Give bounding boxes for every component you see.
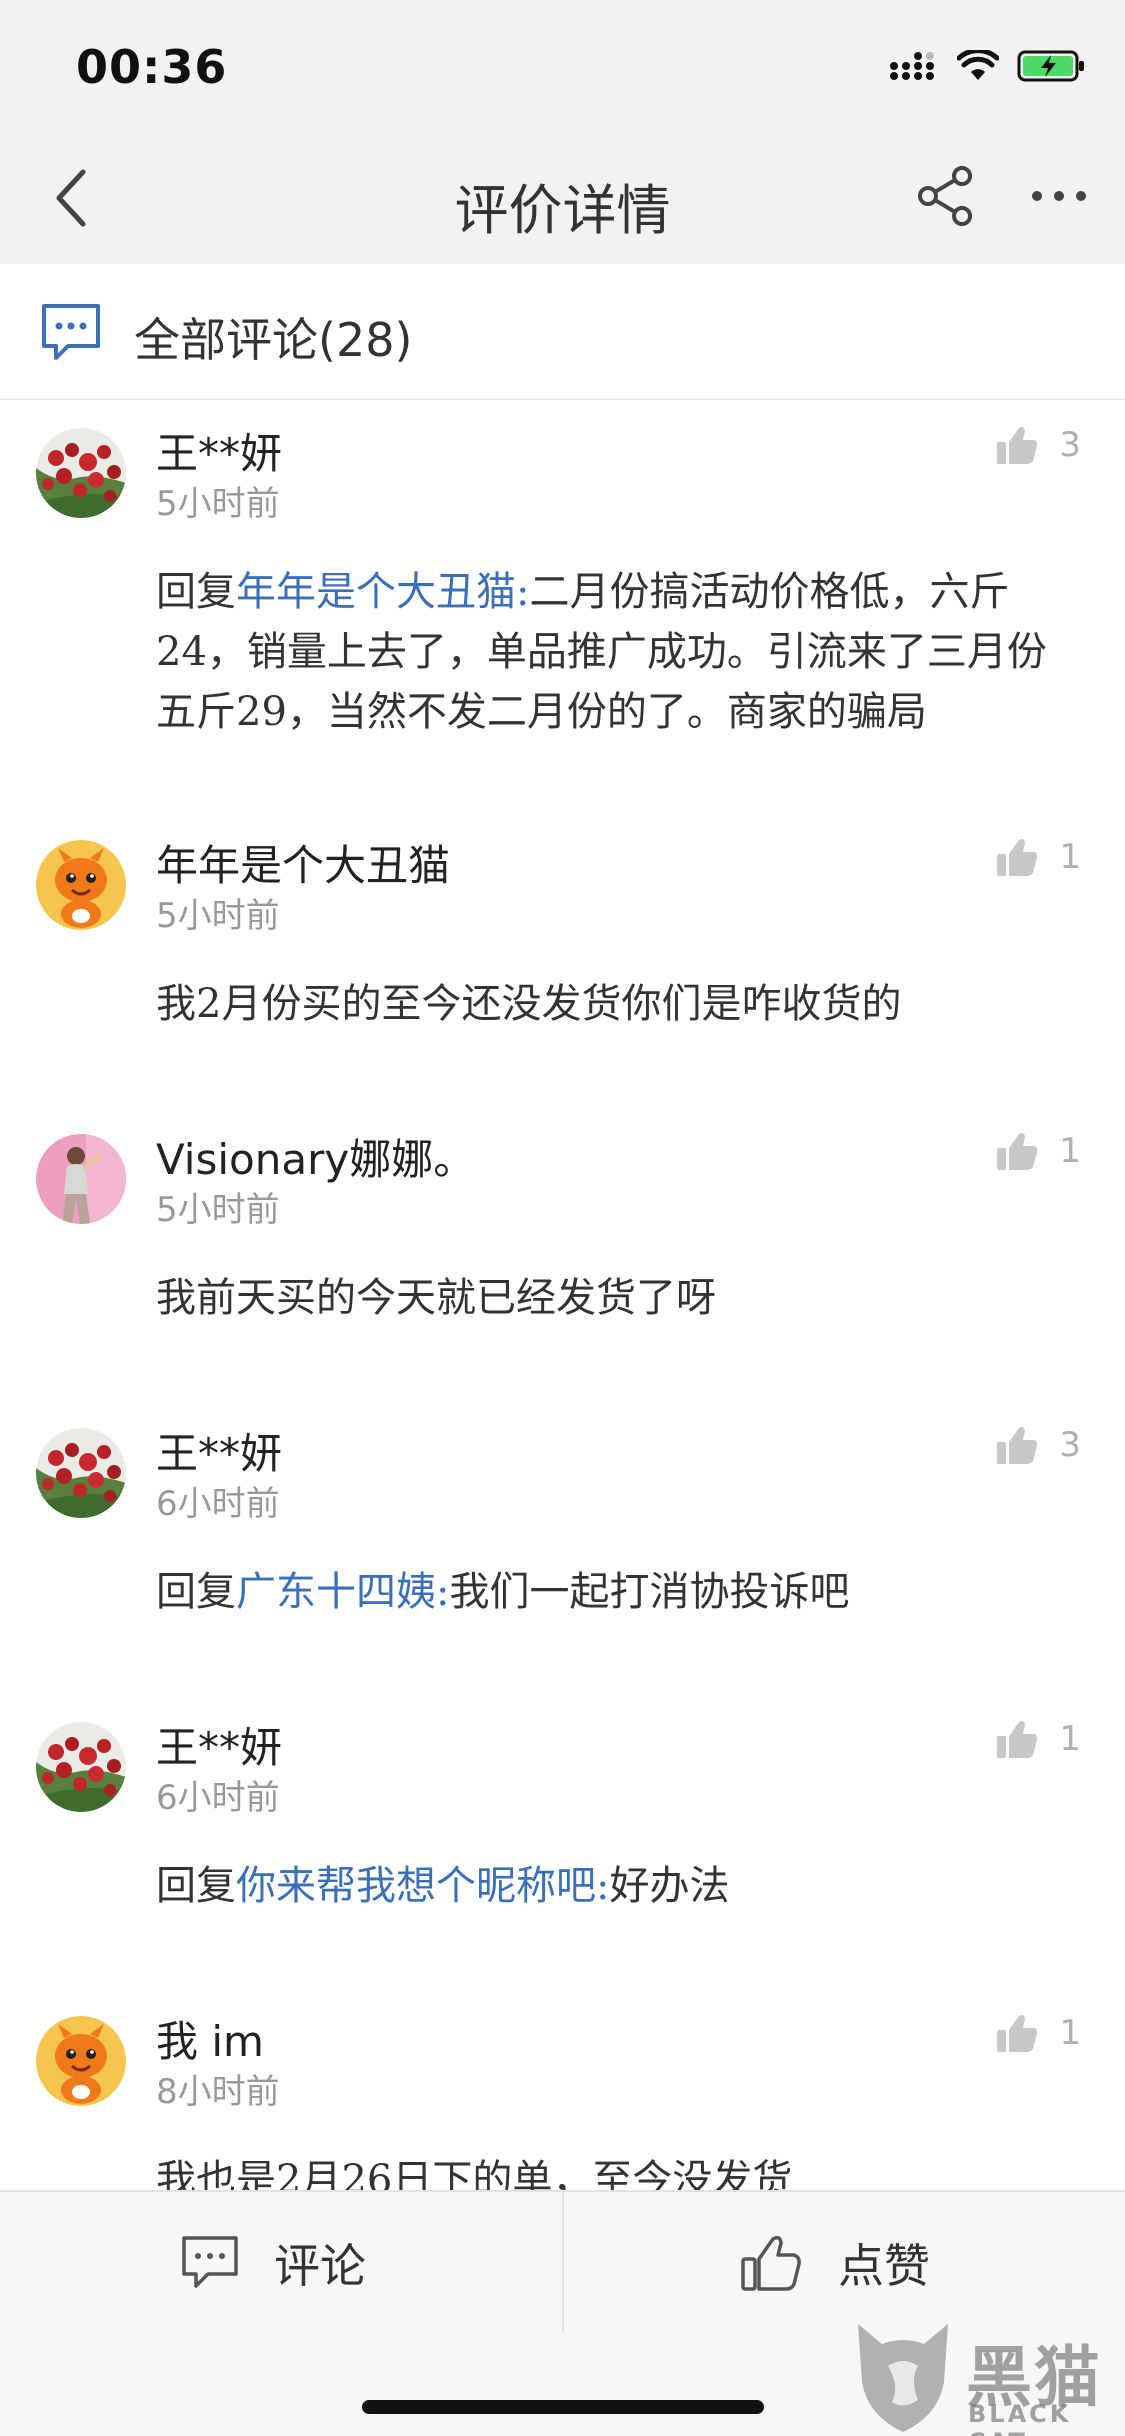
top-area: 00:36 评价详情 bbox=[0, 0, 1125, 264]
avatar[interactable] bbox=[36, 1722, 126, 1812]
like-label: 点赞 bbox=[838, 2239, 930, 2293]
username[interactable]: Visionary娜娜。 bbox=[156, 1126, 475, 1187]
comment-text: 回复广东十四姨:我们一起打消协投诉吧 bbox=[156, 1562, 1086, 1622]
username[interactable]: 年年是个大丑猫 bbox=[156, 832, 450, 893]
review-detail-screen: 00:36 评价详情 全部评论(28) 王**妍 5小时前 3 回复年年是个大丑… bbox=[0, 0, 1125, 2436]
timestamp: 5小时前 bbox=[156, 896, 280, 936]
thumbs-up-icon bbox=[997, 839, 1038, 876]
comment-text: 回复你来帮我想个昵称吧:好办法 bbox=[156, 1856, 1086, 1916]
comment-item: 王**妍 6小时前 3 回复广东十四姨:我们一起打消协投诉吧 bbox=[0, 1402, 1125, 1696]
comment-item: 王**妍 5小时前 3 回复年年是个大丑猫:二月份搞活动价格低，六斤24，销量上… bbox=[0, 402, 1125, 814]
like-action-button[interactable]: 点赞 bbox=[740, 2192, 930, 2334]
reply-prefix: 回复 bbox=[156, 1863, 236, 1909]
comment-icon bbox=[182, 2236, 238, 2288]
thumbs-up-icon bbox=[997, 1133, 1038, 1170]
nav-bar: 评价详情 bbox=[0, 132, 1125, 264]
status-bar: 00:36 bbox=[0, 0, 1125, 132]
avatar[interactable] bbox=[36, 840, 126, 930]
thumbs-up-icon bbox=[997, 1427, 1038, 1464]
thumbs-up-icon bbox=[997, 2015, 1038, 2052]
divider bbox=[562, 2192, 564, 2334]
like-count: 1 bbox=[1059, 837, 1081, 877]
share-button[interactable] bbox=[908, 158, 984, 234]
comment-text: 我2月份买的至今还没发货你们是咋收货的 bbox=[156, 974, 1086, 1034]
reply-prefix: 回复 bbox=[156, 1569, 236, 1615]
like-button[interactable]: 1 bbox=[995, 836, 1081, 878]
cellular-signal-icon bbox=[889, 50, 939, 86]
timestamp: 5小时前 bbox=[156, 1190, 280, 1230]
timestamp: 5小时前 bbox=[156, 484, 280, 524]
home-indicator[interactable] bbox=[362, 2400, 764, 2414]
avatar[interactable] bbox=[36, 428, 126, 518]
avatar[interactable] bbox=[36, 1134, 126, 1224]
username[interactable]: 王**妍 bbox=[156, 1714, 282, 1775]
timestamp: 6小时前 bbox=[156, 1484, 280, 1524]
username[interactable]: 王**妍 bbox=[156, 1420, 282, 1481]
comment-list[interactable]: 王**妍 5小时前 3 回复年年是个大丑猫:二月份搞活动价格低，六斤24，销量上… bbox=[0, 402, 1125, 2190]
mention-link[interactable]: 你来帮我想个昵称吧: bbox=[236, 1863, 609, 1909]
comment-text: 我前天买的今天就已经发货了呀 bbox=[156, 1268, 1086, 1328]
section-title: 全部评论(28) bbox=[134, 313, 413, 367]
like-button[interactable]: 1 bbox=[995, 1718, 1081, 1760]
comment-text: 我也是2月26日下的单，至今没发货 bbox=[156, 2150, 1086, 2190]
like-count: 3 bbox=[1059, 1425, 1081, 1465]
like-count: 1 bbox=[1059, 1719, 1081, 1759]
timestamp: 6小时前 bbox=[156, 1778, 280, 1818]
comment-content: 我2月份买的至今还没发货你们是咋收货的 bbox=[156, 981, 902, 1027]
reply-prefix: 回复 bbox=[156, 569, 236, 615]
thumbs-up-icon bbox=[997, 1721, 1038, 1758]
all-comments-header: 全部评论(28) bbox=[0, 264, 1125, 400]
like-count: 1 bbox=[1059, 1131, 1081, 1171]
mention-link[interactable]: 年年是个大丑猫: bbox=[236, 569, 529, 615]
mention-link[interactable]: 广东十四姨: bbox=[236, 1569, 449, 1615]
watermark-en: BLACK CAT bbox=[968, 2400, 1072, 2436]
comment-content: 我也是2月26日下的单，至今没发货 bbox=[156, 2157, 793, 2190]
comment-content: 我前天买的今天就已经发货了呀 bbox=[156, 1275, 716, 1321]
like-button[interactable]: 1 bbox=[995, 2012, 1081, 2054]
like-count: 1 bbox=[1059, 2013, 1081, 2053]
comment-item: 年年是个大丑猫 5小时前 1 我2月份买的至今还没发货你们是咋收货的 bbox=[0, 814, 1125, 1108]
comment-bubble-icon bbox=[42, 304, 100, 360]
thumbs-up-icon bbox=[997, 427, 1038, 464]
comment-text: 回复年年是个大丑猫:二月份搞活动价格低，六斤24，销量上去了，单品推广成功。引流… bbox=[156, 562, 1086, 742]
like-button[interactable]: 3 bbox=[995, 424, 1081, 466]
avatar[interactable] bbox=[36, 1428, 126, 1518]
black-cat-logo-icon bbox=[858, 2324, 948, 2432]
comment-content: 我们一起打消协投诉吧 bbox=[449, 1569, 850, 1615]
like-count: 3 bbox=[1059, 425, 1081, 465]
wifi-icon bbox=[956, 48, 1000, 86]
comment-item: 我 im 8小时前 1 我也是2月26日下的单，至今没发货 bbox=[0, 1990, 1125, 2190]
comment-item: 王**妍 6小时前 1 回复你来帮我想个昵称吧:好办法 bbox=[0, 1696, 1125, 1990]
comment-button[interactable]: 评论 bbox=[180, 2192, 366, 2334]
share-icon bbox=[918, 166, 972, 226]
username[interactable]: 我 im bbox=[156, 2008, 264, 2069]
comment-item: Visionary娜娜。 5小时前 1 我前天买的今天就已经发货了呀 bbox=[0, 1108, 1125, 1402]
battery-charging-icon bbox=[1017, 49, 1087, 87]
like-button[interactable]: 1 bbox=[995, 1130, 1081, 1172]
timestamp: 8小时前 bbox=[156, 2072, 280, 2112]
more-dots-icon bbox=[1032, 191, 1086, 201]
more-button[interactable] bbox=[1024, 158, 1094, 234]
comment-content: 好办法 bbox=[609, 1863, 730, 1909]
black-cat-watermark: 黑猫 BLACK CAT bbox=[848, 2320, 1125, 2436]
like-button[interactable]: 3 bbox=[995, 1424, 1081, 1466]
status-icons bbox=[889, 46, 1087, 90]
comment-label: 评论 bbox=[274, 2239, 366, 2293]
thumbs-up-outline-icon bbox=[741, 2235, 801, 2291]
avatar[interactable] bbox=[36, 2016, 126, 2106]
bottom-action-bar: 评论 点赞 bbox=[0, 2190, 1125, 2334]
username[interactable]: 王**妍 bbox=[156, 420, 282, 481]
status-time: 00:36 bbox=[76, 40, 228, 94]
